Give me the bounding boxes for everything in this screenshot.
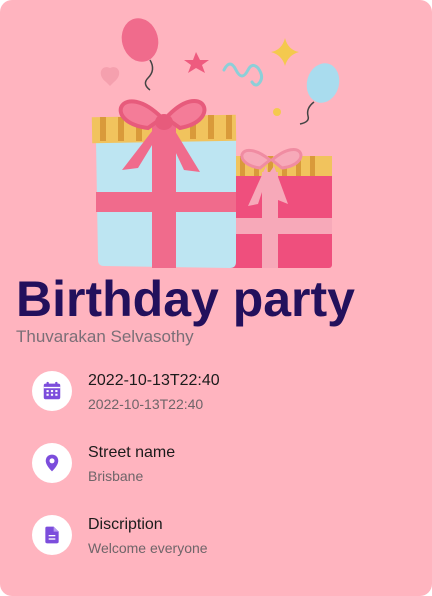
gift-box-blue [91, 99, 237, 268]
birthday-gifts-illustration [91, 18, 340, 268]
description-secondary: Welcome everyone [88, 540, 208, 556]
detail-row-description: Discription Welcome everyone [32, 515, 412, 559]
date-primary: 2022-10-13T22:40 [88, 372, 220, 389]
confetti-squiggle [222, 62, 264, 87]
balloon-pink-icon [121, 18, 159, 91]
balloon-blue-icon [299, 63, 340, 125]
location-primary: Street name [88, 444, 176, 461]
detail-row-date: 2022-10-13T22:40 2022-10-13T22:40 [32, 371, 412, 415]
gift-box-pink [228, 148, 332, 268]
sparkle-icon [271, 38, 299, 66]
calendar-icon [43, 381, 61, 400]
event-host: Thuvarakan Selvasothy [16, 327, 194, 346]
description-icon-badge [32, 515, 72, 555]
event-title: Birthday party [16, 271, 355, 327]
document-icon [45, 526, 59, 544]
heart-icon [100, 67, 120, 86]
date-icon-badge [32, 371, 72, 411]
description-primary: Discription [88, 516, 163, 533]
location-icon-badge [32, 443, 72, 483]
event-card: Birthday party Thuvarakan Selvasothy 202… [0, 0, 432, 596]
detail-row-location: Street name Brisbane [32, 443, 412, 487]
location-secondary: Brisbane [88, 468, 144, 484]
date-secondary: 2022-10-13T22:40 [88, 396, 204, 412]
location-pin-icon [45, 454, 59, 472]
star-icon [184, 52, 209, 73]
